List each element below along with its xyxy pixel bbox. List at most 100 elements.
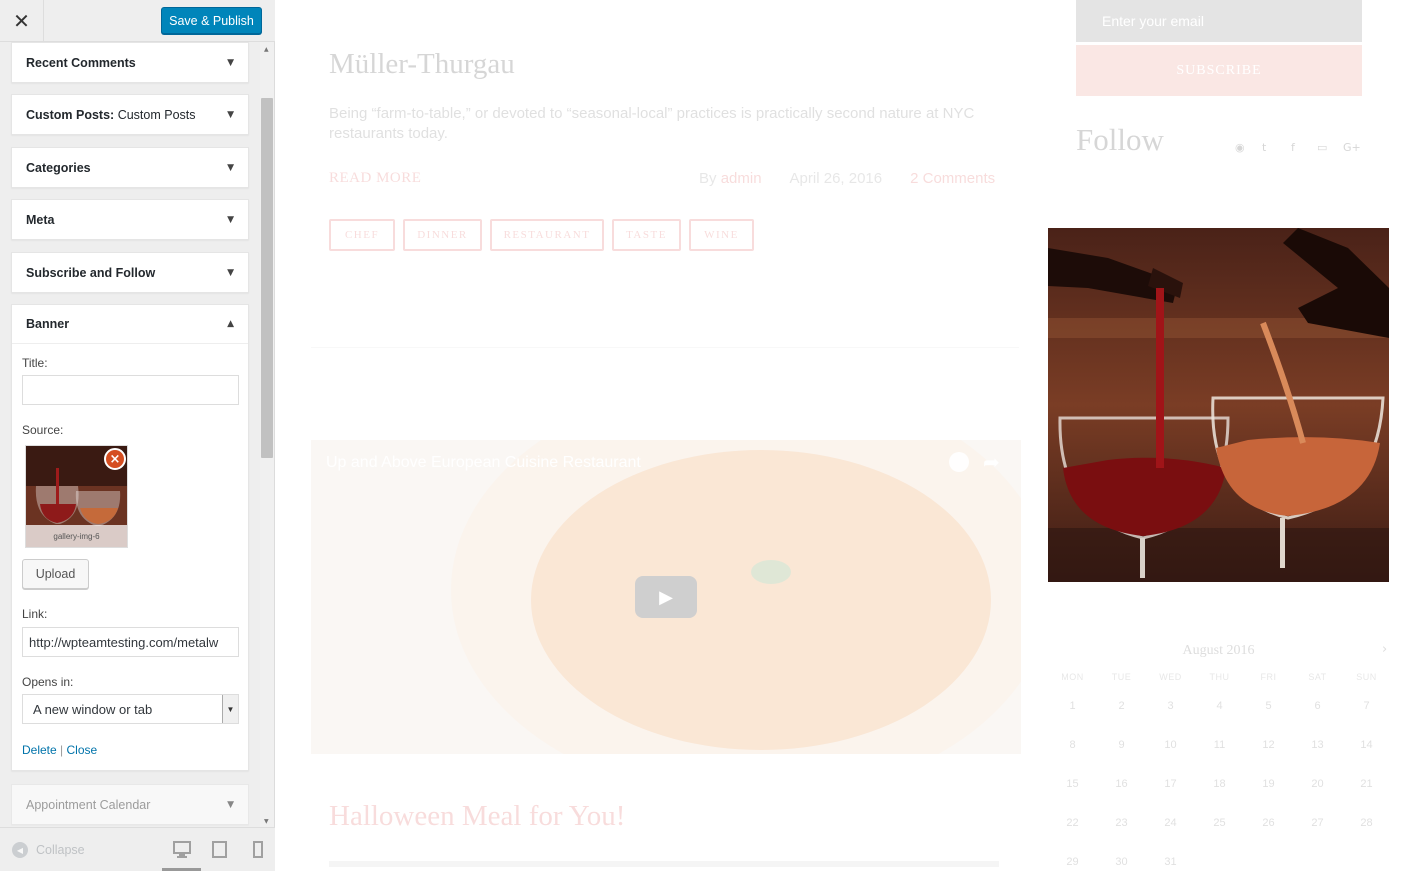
chevron-down-icon[interactable]: ▼ (227, 163, 234, 173)
calendar-day[interactable]: 18 (1195, 778, 1244, 790)
delete-widget-link[interactable]: Delete (22, 743, 57, 757)
upload-button[interactable]: Upload (22, 559, 89, 589)
widget-header[interactable]: Custom Posts: Custom Posts ▼ (12, 95, 248, 134)
calendar-day[interactable]: 16 (1097, 778, 1146, 790)
chevron-up-icon[interactable]: ▲ (227, 319, 234, 329)
calendar-day[interactable]: 21 (1342, 778, 1391, 790)
sidebar-scrollbar[interactable]: ▲ ▼ (260, 42, 274, 827)
calendar-day[interactable]: 17 (1146, 778, 1195, 790)
calendar-day[interactable]: 23 (1097, 817, 1146, 829)
opens-in-select[interactable]: A new window or tab ▼ (22, 694, 239, 724)
email-input[interactable]: Enter your email (1076, 0, 1362, 42)
tag-taste[interactable]: TASTE (612, 219, 681, 251)
post-title-2[interactable]: Halloween Meal for You! (329, 800, 625, 833)
tag-chef[interactable]: CHEF (329, 219, 395, 251)
post-title[interactable]: Müller-Thurgau (329, 48, 515, 81)
source-thumbnail[interactable]: × gallery-img-6 (25, 445, 128, 548)
widget-subscribe-follow[interactable]: Subscribe and Follow ▼ (11, 252, 249, 293)
read-more-link[interactable]: READ MORE (329, 170, 421, 187)
calendar-day-of-week: FRI (1260, 672, 1277, 682)
widget-header[interactable]: Recent Comments ▼ (12, 43, 248, 82)
watch-later-icon[interactable] (949, 452, 969, 472)
rss-icon[interactable]: ◉ (1235, 141, 1245, 154)
calendar-day[interactable]: 19 (1244, 778, 1293, 790)
calendar-day[interactable]: 25 (1195, 817, 1244, 829)
close-widget-link[interactable]: Close (67, 743, 98, 757)
scrollbar-thumb[interactable] (261, 98, 273, 458)
calendar-day[interactable]: 29 (1048, 856, 1097, 868)
customizer-footer: ◀ Collapse (0, 827, 275, 871)
calendar-day[interactable]: 4 (1195, 700, 1244, 712)
chevron-down-icon[interactable]: ▼ (227, 215, 234, 225)
calendar-day[interactable]: 31 (1146, 856, 1195, 868)
post-separator (311, 347, 1019, 348)
scroll-down-icon[interactable]: ▼ (264, 818, 269, 825)
google-plus-icon[interactable]: G+ (1343, 141, 1361, 154)
close-customizer-button[interactable]: ✕ (0, 0, 44, 42)
link-input[interactable]: http://wpteamtesting.com/metalw (22, 627, 239, 657)
author-link[interactable]: admin (721, 170, 762, 187)
calendar-day[interactable]: 28 (1342, 817, 1391, 829)
widget-header[interactable]: Banner ▲ (12, 305, 248, 344)
widget-list: Recent Comments ▼ Custom Posts: Custom P… (0, 42, 260, 827)
widget-header[interactable]: Categories ▼ (12, 148, 248, 187)
calendar-day[interactable]: 27 (1293, 817, 1342, 829)
calendar-day[interactable]: 14 (1342, 739, 1391, 751)
calendar-day[interactable]: 2 (1097, 700, 1146, 712)
calendar-day[interactable]: 15 (1048, 778, 1097, 790)
chevron-down-icon[interactable]: ▼ (227, 110, 234, 120)
wine-glasses-image (1048, 228, 1389, 582)
widget-header[interactable]: Subscribe and Follow ▼ (12, 253, 248, 292)
scroll-up-icon[interactable]: ▲ (264, 46, 269, 53)
calendar-day[interactable]: 1 (1048, 700, 1097, 712)
tablet-icon[interactable] (211, 840, 229, 860)
calendar-next-icon[interactable]: › (1382, 642, 1387, 657)
chevron-down-icon[interactable]: ▼ (227, 800, 234, 810)
play-button[interactable]: ▶ (635, 576, 697, 618)
calendar-day[interactable]: 24 (1146, 817, 1195, 829)
widget-header[interactable]: Appointment Calendar ▼ (12, 785, 248, 824)
video-title[interactable]: Up and Above European Cuisine Restaurant (326, 454, 641, 472)
select-caret-icon[interactable]: ▼ (222, 695, 238, 723)
calendar-day[interactable]: 5 (1244, 700, 1293, 712)
calendar-day[interactable]: 3 (1146, 700, 1195, 712)
widget-categories[interactable]: Categories ▼ (11, 147, 249, 188)
widget-title: Recent Comments (26, 55, 136, 70)
calendar-day[interactable]: 22 (1048, 817, 1097, 829)
twitter-icon[interactable]: t (1262, 141, 1266, 154)
video-embed[interactable]: Up and Above European Cuisine Restaurant… (311, 440, 1021, 754)
calendar-day[interactable]: 8 (1048, 739, 1097, 751)
widget-meta[interactable]: Meta ▼ (11, 199, 249, 240)
desktop-icon[interactable] (173, 840, 191, 860)
facebook-icon[interactable]: f (1291, 141, 1295, 154)
calendar-day[interactable]: 6 (1293, 700, 1342, 712)
widget-custom-posts[interactable]: Custom Posts: Custom Posts ▼ (11, 94, 249, 135)
banner-image[interactable] (1048, 228, 1389, 582)
title-input[interactable] (22, 375, 239, 405)
tag-wine[interactable]: WINE (689, 219, 754, 251)
calendar-day[interactable]: 11 (1195, 739, 1244, 751)
widget-header[interactable]: Meta ▼ (12, 200, 248, 239)
calendar-day[interactable]: 7 (1342, 700, 1391, 712)
widget-appointment-calendar[interactable]: Appointment Calendar ▼ (11, 784, 249, 825)
calendar-day[interactable]: 26 (1244, 817, 1293, 829)
calendar-day[interactable]: 12 (1244, 739, 1293, 751)
calendar-day[interactable]: 20 (1293, 778, 1342, 790)
tag-dinner[interactable]: DINNER (403, 219, 482, 251)
widget-recent-comments[interactable]: Recent Comments ▼ (11, 42, 249, 83)
chevron-down-icon[interactable]: ▼ (227, 268, 234, 278)
calendar-day[interactable]: 30 (1097, 856, 1146, 868)
youtube-icon[interactable]: ▭ (1317, 141, 1327, 154)
collapse-button[interactable]: ◀ Collapse (12, 842, 85, 858)
remove-image-icon[interactable]: × (104, 448, 126, 470)
share-icon[interactable]: ➦ (983, 450, 1000, 474)
tag-restaurant[interactable]: RESTAURANT (490, 219, 604, 251)
subscribe-button[interactable]: SUBSCRIBE (1076, 45, 1362, 96)
comments-link[interactable]: 2 Comments (910, 170, 995, 187)
save-publish-button[interactable]: Save & Publish (161, 7, 262, 34)
calendar-day[interactable]: 13 (1293, 739, 1342, 751)
chevron-down-icon[interactable]: ▼ (227, 58, 234, 68)
calendar-day[interactable]: 10 (1146, 739, 1195, 751)
mobile-icon[interactable] (249, 840, 267, 860)
calendar-day[interactable]: 9 (1097, 739, 1146, 751)
